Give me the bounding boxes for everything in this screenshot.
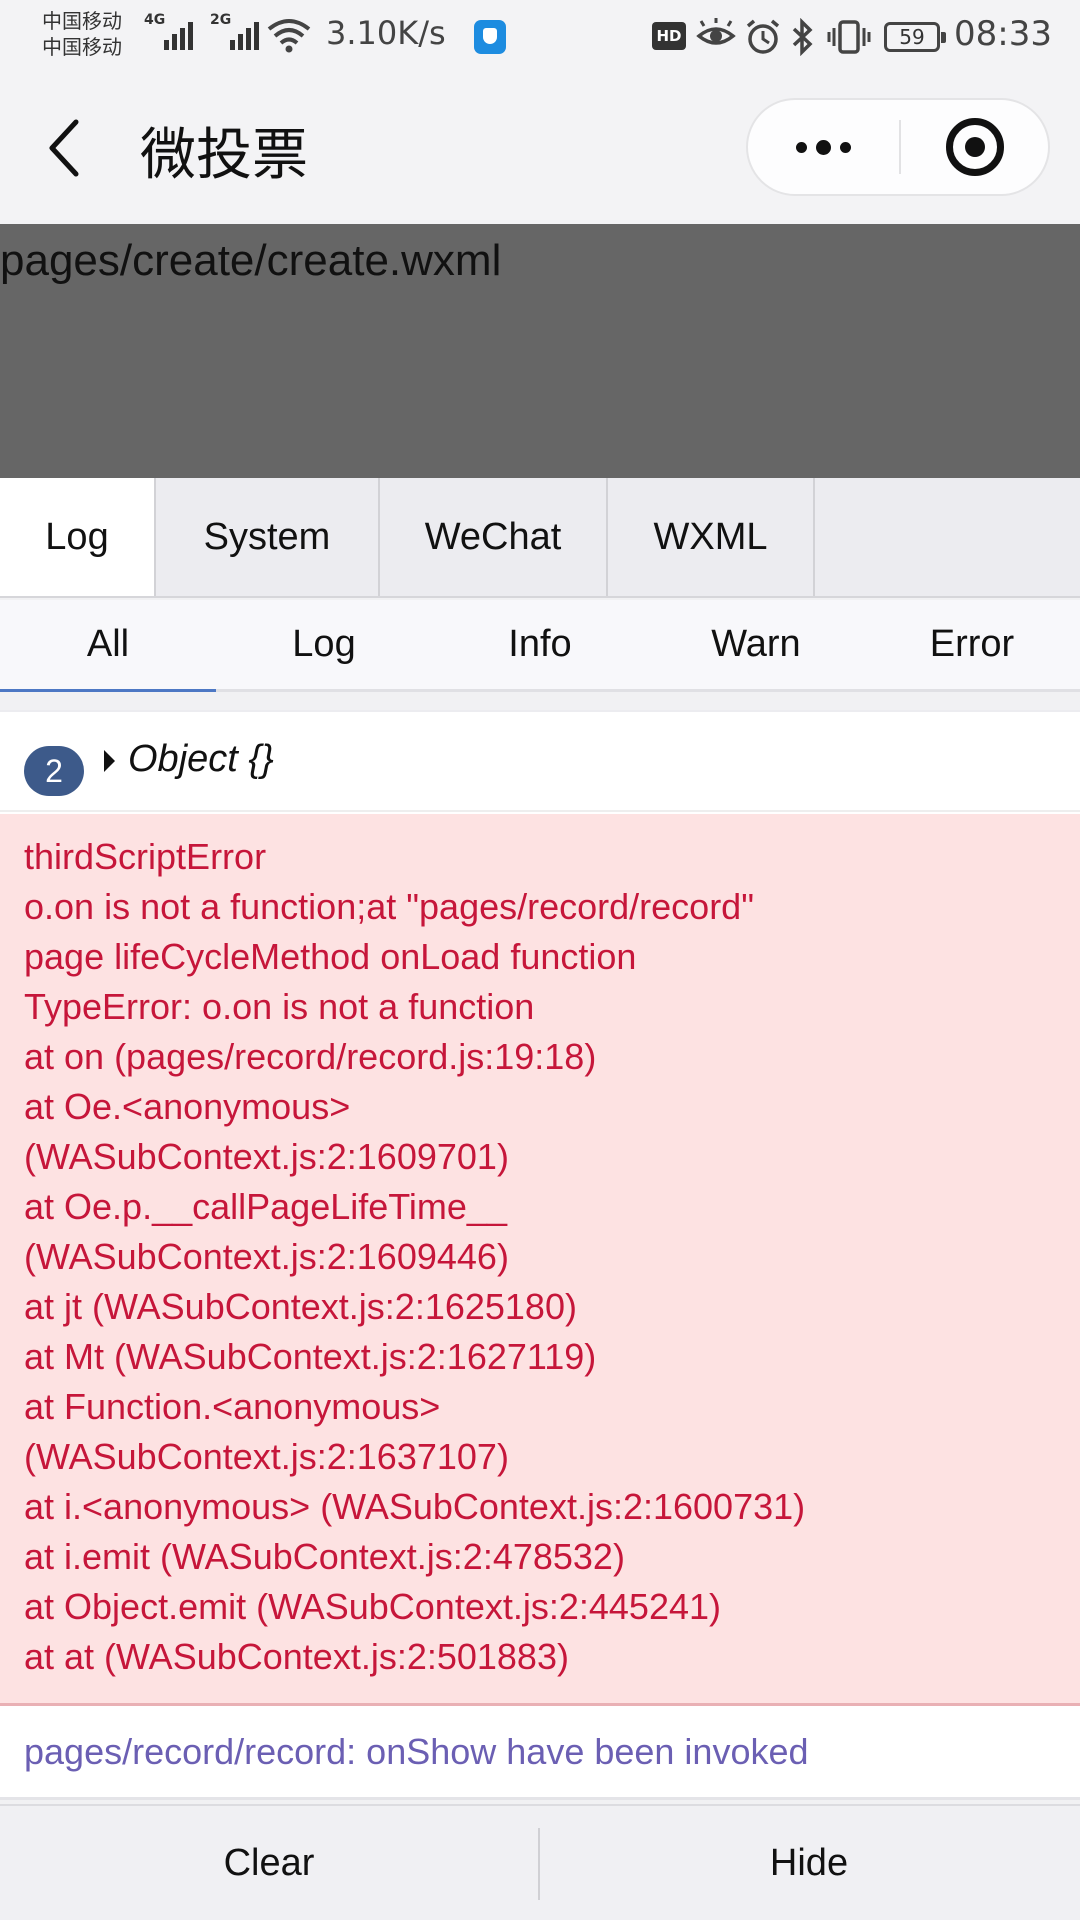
error-line: (WASubContext.js:2:1637107) — [24, 1436, 509, 1477]
back-arrow-icon[interactable] — [40, 116, 90, 180]
filter-all[interactable]: All — [0, 600, 216, 692]
filter-error[interactable]: Error — [864, 600, 1080, 689]
tab-wechat[interactable]: WeChat — [380, 478, 608, 596]
info-line: pages/record/record: onShow have been in… — [24, 1731, 809, 1772]
alarm-icon — [746, 19, 780, 54]
nav-bar: 微投票 — [0, 72, 1080, 224]
error-line: TypeError: o.on is not a function — [24, 986, 535, 1027]
eye-icon — [696, 18, 736, 45]
log-row-object[interactable]: 2 Object {} — [0, 714, 1080, 812]
page-path-label: pages/create/create.wxml — [0, 236, 502, 285]
net-type-1: 4G — [144, 12, 166, 28]
bluetooth-icon — [792, 18, 813, 56]
page-content: pages/create/create.wxml — [0, 224, 1080, 478]
network-speed: 3.10K/s — [326, 14, 446, 52]
wifi-icon — [267, 19, 311, 53]
console-bottom-bar: Clear Hide — [0, 1804, 1080, 1920]
vibrate-icon — [827, 20, 871, 54]
hide-button[interactable]: Hide — [540, 1806, 1078, 1920]
signal-icon — [164, 20, 193, 50]
clock: 08:33 — [954, 14, 1052, 54]
error-line: page lifeCycleMethod onLoad function — [24, 936, 637, 977]
error-line: (WASubContext.js:2:1609701) — [24, 1136, 509, 1177]
repeat-count-badge: 2 — [24, 746, 84, 796]
error-line: at on (pages/record/record.js:19:18) — [24, 1036, 597, 1077]
screen: 中国移动 中国移动 4G 2G 3.10K/s HD 59 08:33 微投票 … — [0, 0, 1080, 1920]
log-list: 2 Object {} thirdScriptError o.on is not… — [0, 710, 1080, 1800]
error-line: at at (WASubContext.js:2:501883) — [24, 1636, 569, 1677]
console-tab-bar: Log System WeChat WXML — [0, 478, 1080, 598]
error-line: at Function.<anonymous> — [24, 1386, 441, 1427]
object-label[interactable]: Object {} — [128, 738, 274, 781]
error-line: (WASubContext.js:2:1609446) — [24, 1236, 509, 1277]
filter-info[interactable]: Info — [432, 600, 648, 689]
tab-wxml[interactable]: WXML — [608, 478, 815, 596]
error-line: at jt (WASubContext.js:2:1625180) — [24, 1286, 577, 1327]
carrier-1: 中国移动 — [42, 9, 122, 33]
error-line: at i.<anonymous> (WASubContext.js:2:1600… — [24, 1486, 806, 1527]
error-line: thirdScriptError — [24, 836, 267, 877]
more-dots-icon[interactable] — [748, 100, 898, 194]
log-filter-bar: All Log Info Warn Error — [0, 600, 1080, 692]
tab-log[interactable]: Log — [0, 478, 156, 596]
close-target-icon[interactable] — [900, 100, 1050, 194]
expand-triangle-icon[interactable] — [104, 750, 115, 772]
carrier-labels: 中国移动 中国移动 — [42, 8, 122, 60]
error-line: at Mt (WASubContext.js:2:1627119) — [24, 1336, 597, 1377]
capsule-menu — [746, 98, 1050, 196]
clear-button[interactable]: Clear — [0, 1806, 538, 1920]
error-log-entry: thirdScriptError o.on is not a function;… — [0, 814, 1080, 1706]
error-line: at Oe.p.__callPageLifeTime__ — [24, 1186, 507, 1227]
error-line: at Oe.<anonymous> — [24, 1086, 351, 1127]
info-log-entry: pages/record/record: onShow have been in… — [0, 1708, 1080, 1800]
filter-log[interactable]: Log — [216, 600, 432, 689]
tab-system[interactable]: System — [156, 478, 380, 596]
battery-icon: 59 — [884, 22, 946, 52]
error-line: at Object.emit (WASubContext.js:2:445241… — [24, 1586, 721, 1627]
net-type-2: 2G — [210, 12, 232, 28]
error-line: o.on is not a function;at "pages/record/… — [24, 886, 754, 927]
hd-badge: HD — [652, 22, 686, 50]
filter-warn[interactable]: Warn — [648, 600, 864, 689]
app-shield-icon — [474, 20, 506, 54]
status-bar: 中国移动 中国移动 4G 2G 3.10K/s HD 59 08:33 — [0, 0, 1080, 72]
carrier-2: 中国移动 — [42, 35, 122, 59]
page-title: 微投票 — [140, 123, 308, 188]
signal-icon — [230, 20, 259, 50]
error-line: at i.emit (WASubContext.js:2:478532) — [24, 1536, 625, 1577]
